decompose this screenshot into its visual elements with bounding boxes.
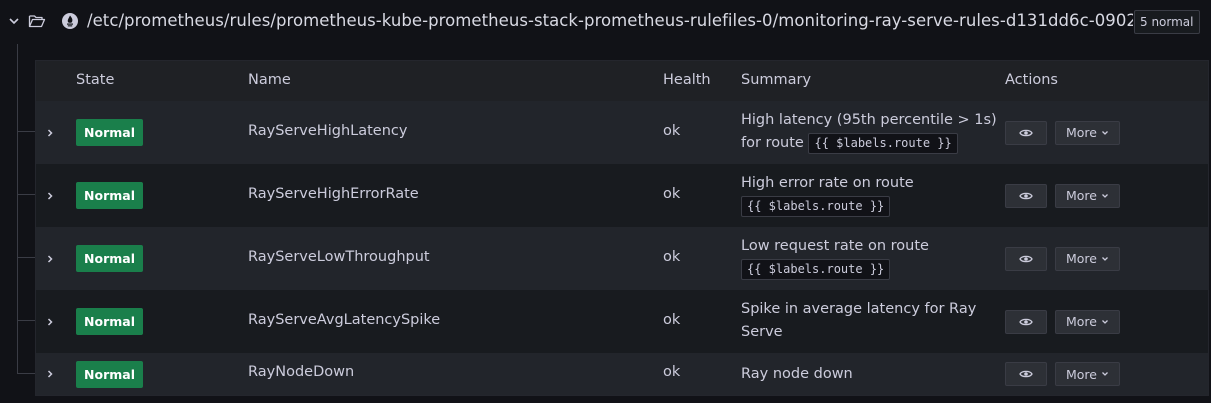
- rule-summary: High latency (95th percentile > 1s) for …: [741, 109, 1001, 155]
- table-row: Normal RayServeHighLatency ok High latency …: [36, 101, 1208, 164]
- chevron-right-icon[interactable]: [43, 252, 57, 266]
- rule-name: RayServeLowThroughput: [248, 248, 430, 265]
- chevron-right-icon[interactable]: [43, 126, 57, 140]
- header-state: State: [76, 72, 115, 88]
- view-rule-button[interactable]: [1005, 120, 1047, 145]
- summary-template-code: {{ $labels.route }}: [741, 258, 891, 280]
- rule-summary: High error rate on route {{ $labels.rout…: [741, 172, 1001, 218]
- chevron-down-icon: [1102, 256, 1108, 261]
- table-row: Normal RayServeAvgLatencySpike ok Spike in …: [36, 290, 1208, 353]
- table-header: State Name Health Summary Actions: [36, 61, 1208, 101]
- rule-health: ok: [663, 311, 681, 328]
- summary-text: Spike in average latency for Ray Serve: [741, 301, 977, 340]
- tree-branch: [17, 131, 35, 132]
- rule-health: ok: [663, 248, 681, 265]
- chevron-down-icon: [1102, 193, 1108, 198]
- state-badge: Normal: [76, 308, 143, 335]
- tree-branch: [17, 194, 35, 195]
- state-badge: Normal: [76, 119, 143, 146]
- chevron-down-icon: [1102, 372, 1108, 376]
- rule-summary: Spike in average latency for Ray Serve: [741, 298, 1001, 344]
- table-row: Normal RayServeHighErrorRate ok High error …: [36, 164, 1208, 227]
- rule-name: RayServeHighErrorRate: [248, 185, 419, 202]
- eye-icon: [1019, 318, 1033, 325]
- more-actions-button[interactable]: More: [1055, 362, 1120, 386]
- header-name: Name: [248, 72, 291, 88]
- header-actions: Actions: [1005, 72, 1058, 88]
- summary-text: Ray node down: [741, 366, 853, 382]
- chevron-down-icon: [1102, 130, 1108, 135]
- state-badge: Normal: [76, 245, 143, 272]
- view-rule-button[interactable]: [1005, 183, 1047, 208]
- summary-template-code: {{ $labels.route }}: [741, 195, 891, 217]
- more-actions-button[interactable]: More: [1055, 120, 1120, 145]
- eye-icon: [1019, 255, 1033, 262]
- rule-name: RayServeHighLatency: [248, 122, 408, 139]
- more-label: More: [1066, 251, 1097, 266]
- state-badge: Normal: [76, 182, 143, 209]
- rule-summary: Low request rate on route {{ $labels.rou…: [741, 235, 1001, 281]
- rule-health: ok: [663, 364, 681, 380]
- more-actions-button[interactable]: More: [1055, 183, 1120, 208]
- rule-health: ok: [663, 185, 681, 202]
- summary-text: Low request rate on route: [741, 238, 929, 254]
- summary-template-code: {{ $labels.route }}: [808, 132, 958, 154]
- folder-open-icon: [28, 12, 46, 30]
- chevron-down-icon[interactable]: [6, 13, 22, 29]
- tree-branch: [17, 373, 35, 374]
- view-rule-button[interactable]: [1005, 246, 1047, 271]
- eye-icon: [1019, 370, 1033, 378]
- summary-text: High error rate on route: [741, 175, 914, 191]
- more-label: More: [1066, 188, 1097, 203]
- state-badge: Normal: [76, 360, 143, 388]
- tree-guide-line: [17, 44, 18, 374]
- tree-branch: [17, 320, 35, 321]
- chevron-right-icon[interactable]: [43, 367, 57, 381]
- more-actions-button[interactable]: More: [1055, 246, 1120, 271]
- more-label: More: [1066, 125, 1097, 140]
- more-actions-button[interactable]: More: [1055, 309, 1120, 334]
- header-health: Health: [663, 72, 711, 88]
- table-row: Normal RayServeLowThroughput ok Low request…: [36, 227, 1208, 290]
- rule-health: ok: [663, 122, 681, 139]
- rule-count-badge: 5 normal: [1134, 10, 1200, 34]
- view-rule-button[interactable]: [1005, 309, 1047, 334]
- rule-name: RayNodeDown: [248, 364, 355, 380]
- rule-group-path: /etc/prometheus/rules/prometheus-kube-pr…: [87, 11, 1133, 30]
- rule-name: RayServeAvgLatencySpike: [248, 311, 441, 328]
- table-row: Normal RayNodeDown ok Ray node down More: [36, 353, 1208, 395]
- view-rule-button[interactable]: [1005, 362, 1047, 386]
- more-label: More: [1066, 314, 1097, 329]
- chevron-right-icon[interactable]: [43, 189, 57, 203]
- rule-summary: Ray node down: [741, 363, 1001, 386]
- header-summary: Summary: [741, 72, 812, 88]
- chevron-down-icon: [1102, 319, 1108, 324]
- eye-icon: [1019, 129, 1033, 136]
- rule-group-header: /etc/prometheus/rules/prometheus-kube-pr…: [0, 0, 1211, 44]
- tree-branch: [17, 257, 35, 258]
- rules-table: State Name Health Summary Actions Normal…: [35, 60, 1209, 396]
- prometheus-icon: [61, 12, 79, 30]
- chevron-right-icon[interactable]: [43, 315, 57, 329]
- eye-icon: [1019, 192, 1033, 199]
- more-label: More: [1066, 366, 1097, 382]
